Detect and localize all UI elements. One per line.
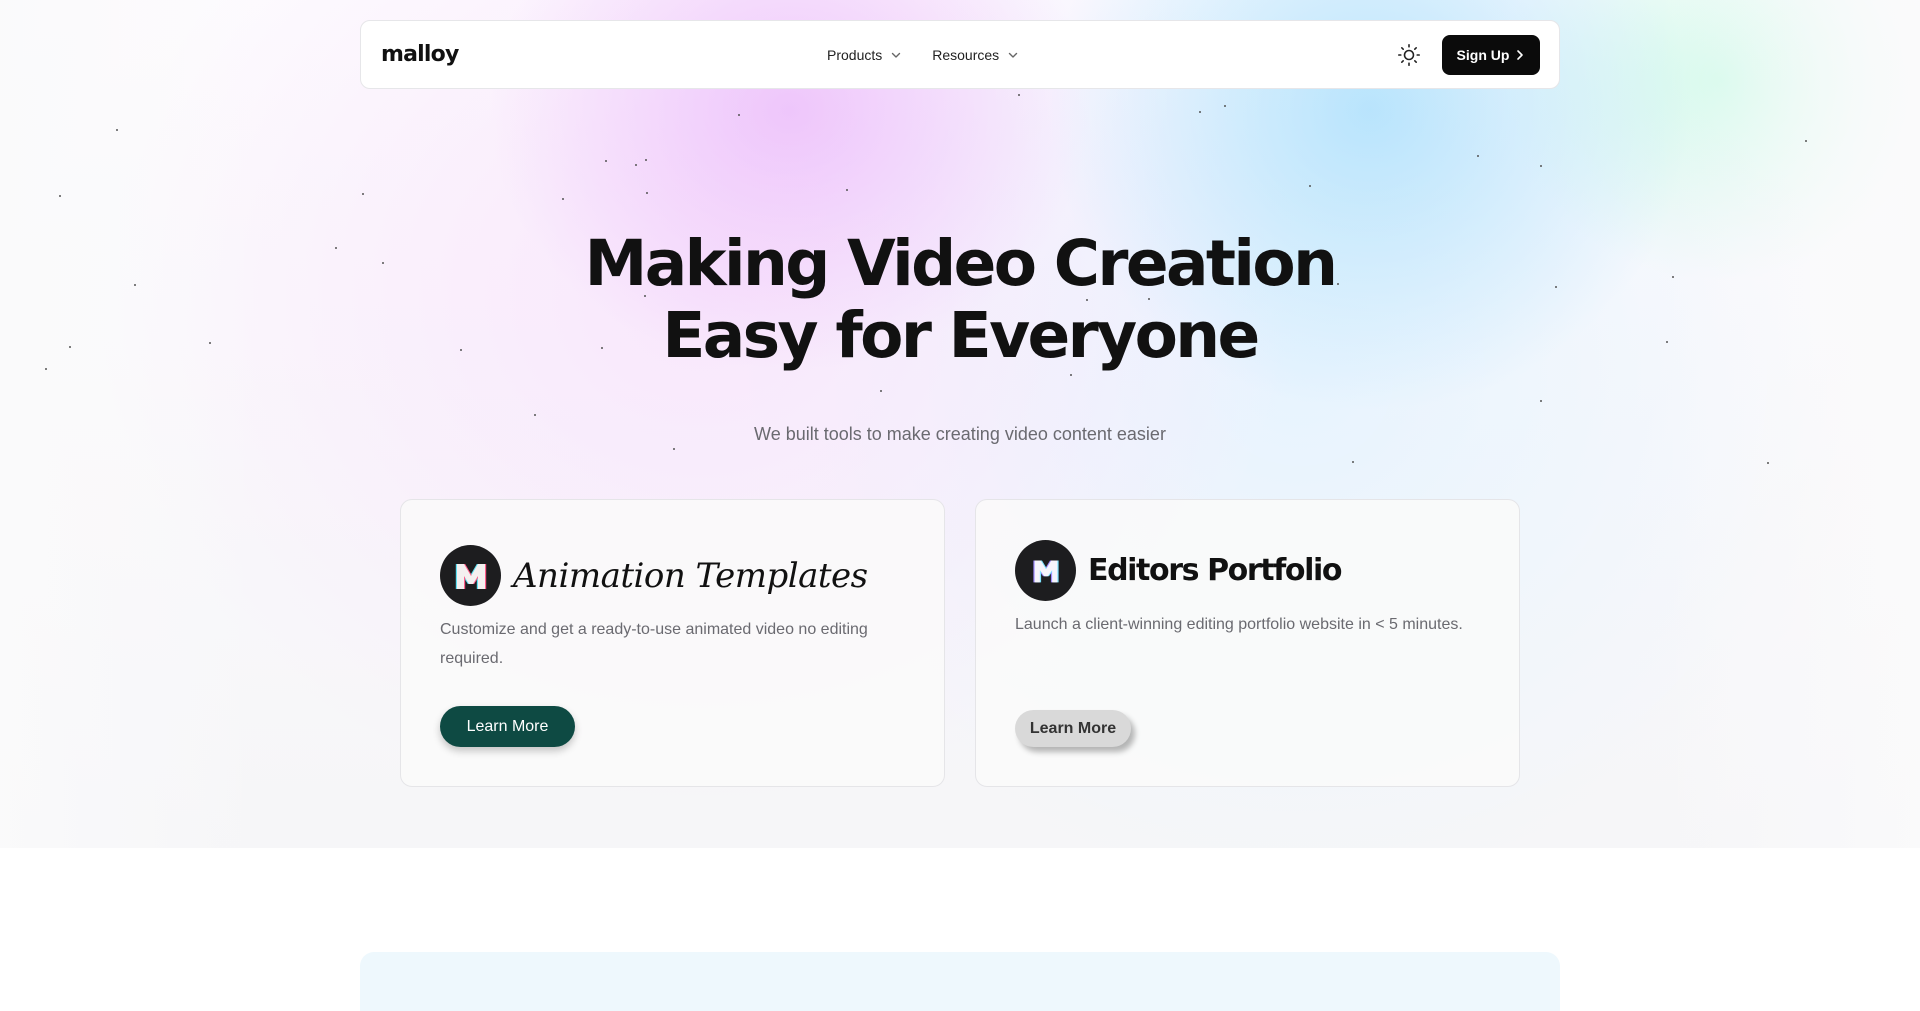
theme-toggle-button[interactable] <box>1396 42 1422 68</box>
nav-actions: Sign Up <box>1396 35 1540 75</box>
card-description: Launch a client-winning editing portfoli… <box>1015 616 1463 633</box>
hero-subtitle: We built tools to make creating video co… <box>754 424 1166 444</box>
learn-more-button[interactable]: Learn More <box>440 706 575 747</box>
page: malloy Products Resources Sign Up Making… <box>0 0 1920 1011</box>
chevron-right-icon <box>1517 50 1524 60</box>
headline-line-1: Making Video Creation <box>584 227 1338 300</box>
top-navbar: malloy Products Resources Sign Up <box>360 20 1560 89</box>
nav-links: Products Resources <box>827 21 1019 88</box>
m-logo-icon <box>440 545 501 606</box>
nav-item-label: Resources <box>932 46 1000 63</box>
chevron-down-icon <box>1008 52 1018 58</box>
card-title: Animation Templates <box>513 555 868 596</box>
hero-headline: Making Video Creation Easy for Everyone <box>560 228 1360 372</box>
sign-up-label: Sign Up <box>1456 47 1510 63</box>
m-logo-icon <box>1015 540 1076 601</box>
card-header: Editors Portfolio <box>1015 540 1342 601</box>
brand-logo[interactable]: malloy <box>381 42 459 67</box>
nav-item-label: Products <box>827 46 883 63</box>
learn-more-button[interactable]: Learn More <box>1015 710 1131 747</box>
next-section-panel <box>360 952 1560 1011</box>
headline-line-2: Easy for Everyone <box>662 299 1260 372</box>
card-title: Editors Portfolio <box>1088 553 1342 588</box>
sign-up-button[interactable]: Sign Up <box>1442 35 1540 75</box>
card-description: Customize and get a ready-to-use animate… <box>440 621 868 667</box>
card-header: Animation Templates <box>440 545 868 606</box>
sun-icon <box>1397 43 1421 67</box>
nav-item-products[interactable]: Products <box>827 47 902 63</box>
nav-item-resources[interactable]: Resources <box>932 47 1019 63</box>
product-card-editors-portfolio: Editors Portfolio Launch a client-winnin… <box>975 499 1520 787</box>
chevron-down-icon <box>892 52 901 58</box>
product-card-animation-templates: Animation Templates Customize and get a … <box>400 499 945 787</box>
